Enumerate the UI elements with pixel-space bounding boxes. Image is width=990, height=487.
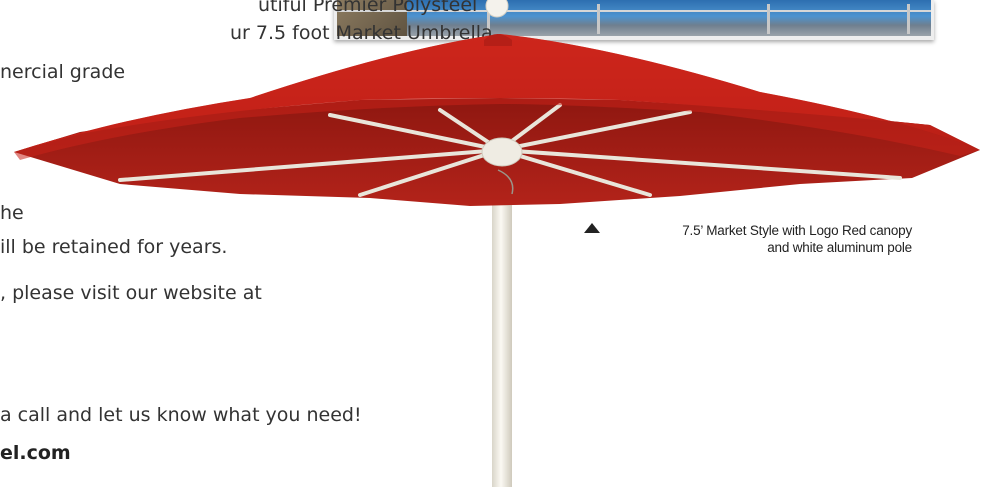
finial xyxy=(485,0,509,18)
triangle-up-icon xyxy=(584,223,600,233)
caption-line-2: and white aluminum pole xyxy=(767,240,912,255)
umbrella-hub xyxy=(481,137,523,167)
caption-line-1: 7.5’ Market Style with Logo Red canopy xyxy=(682,223,912,238)
image-caption: 7.5’ Market Style with Logo Red canopy a… xyxy=(582,222,912,256)
